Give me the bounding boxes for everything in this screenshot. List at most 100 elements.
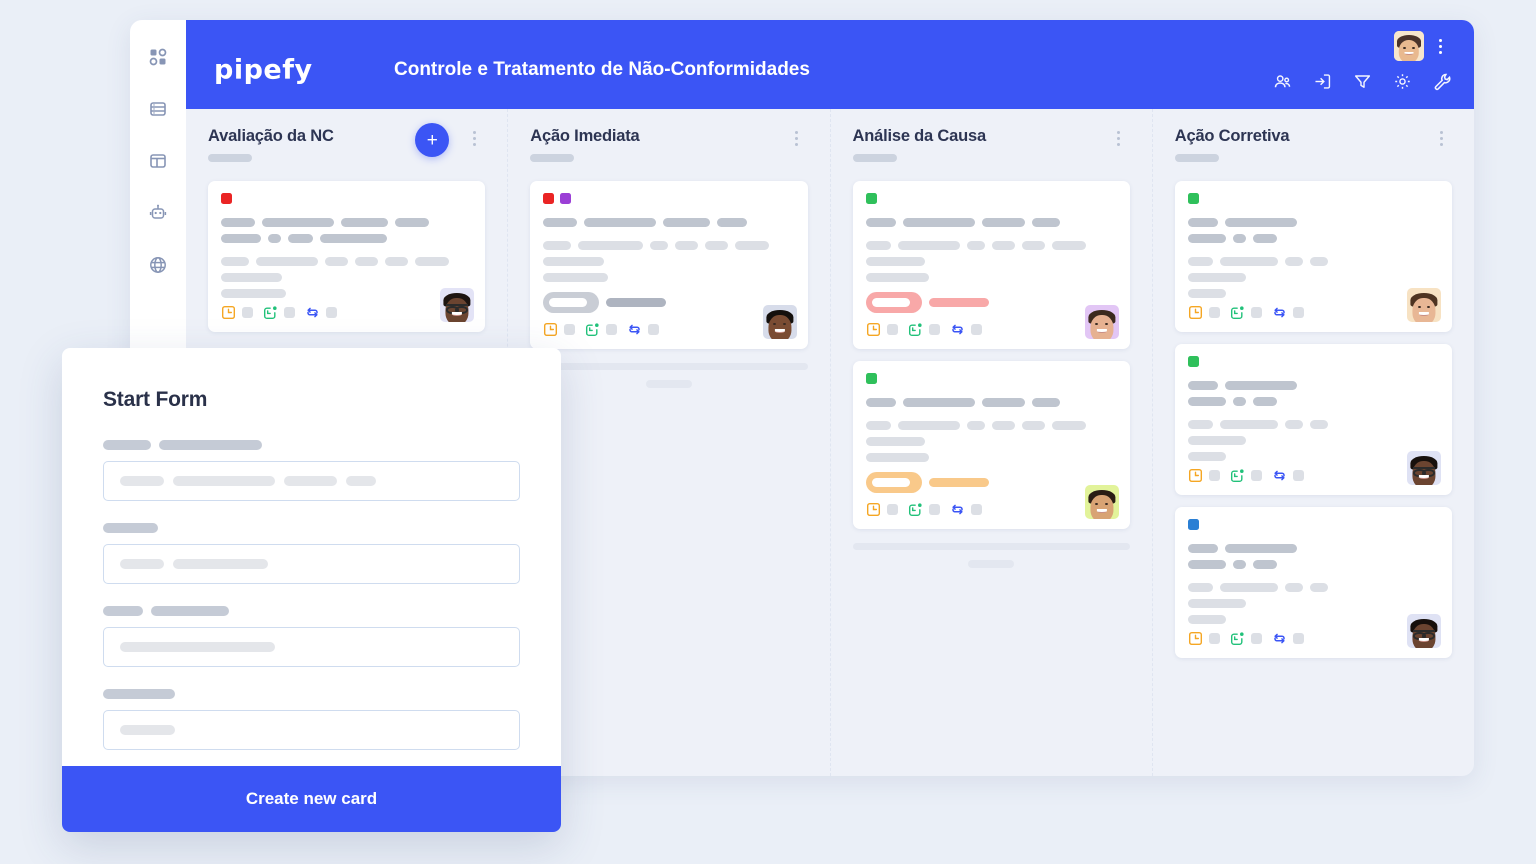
- form-input-3[interactable]: [103, 710, 520, 750]
- avatar[interactable]: [1407, 451, 1441, 485]
- footer-chip-skeleton: [928, 324, 940, 335]
- add-card-button[interactable]: +: [415, 123, 450, 157]
- footer-chip-skeleton: [1208, 470, 1220, 481]
- card-labels: [865, 193, 1117, 204]
- filter-icon[interactable]: [1353, 72, 1372, 91]
- footer-chip-skeleton: [886, 324, 898, 335]
- column-more-options-button[interactable]: [467, 127, 481, 149]
- column-footer-bar: [852, 543, 1130, 550]
- late-clock-icon[interactable]: [543, 322, 558, 337]
- sidebar-item-layout[interactable]: [143, 146, 173, 176]
- avatar-face: [1407, 288, 1441, 322]
- label-chip: [221, 193, 232, 204]
- topbar-actions: [1273, 72, 1452, 91]
- create-new-card-button[interactable]: Create new card: [62, 766, 561, 832]
- due-date-icon[interactable]: [585, 322, 600, 337]
- mouth: [1096, 508, 1107, 513]
- sidebar-item-portal[interactable]: [143, 250, 173, 280]
- modal-title: Start Form: [103, 388, 208, 411]
- avatar-face: [1407, 614, 1441, 648]
- card-footer: [221, 305, 472, 320]
- avatar[interactable]: [762, 305, 797, 339]
- connection-loop-icon[interactable]: [1272, 305, 1287, 320]
- text-skeleton: [1021, 241, 1045, 250]
- text-skeleton: [1252, 397, 1277, 406]
- due-date-icon[interactable]: [1230, 631, 1245, 646]
- sidebar-item-apps[interactable]: [143, 42, 173, 72]
- column-title: Ação Imediata: [530, 127, 640, 145]
- column-more-options-button[interactable]: [1434, 127, 1448, 149]
- sidebar-item-database[interactable]: [143, 94, 173, 124]
- gear-icon[interactable]: [1393, 72, 1412, 91]
- due-date-icon[interactable]: [908, 502, 923, 517]
- footer-chip-skeleton: [928, 504, 940, 515]
- card-badge-row: [865, 472, 1117, 493]
- text-skeleton: [221, 257, 249, 266]
- column-header: Ação Imediata: [508, 109, 829, 181]
- connection-loop-icon[interactable]: [627, 322, 642, 337]
- column-more-options-button[interactable]: [1112, 127, 1126, 149]
- connection-loop-icon[interactable]: [1272, 468, 1287, 483]
- text-skeleton: [717, 218, 748, 227]
- label-chip: [1187, 193, 1199, 204]
- avatar[interactable]: [1407, 288, 1441, 322]
- late-clock-icon[interactable]: [866, 502, 881, 517]
- late-clock-icon[interactable]: [221, 305, 236, 320]
- pipefy-logo[interactable]: pipefy: [214, 55, 313, 86]
- late-clock-icon[interactable]: [1188, 631, 1203, 646]
- form-field: [103, 606, 520, 667]
- late-clock-icon[interactable]: [1188, 468, 1203, 483]
- text-skeleton: [1232, 560, 1246, 569]
- card[interactable]: [208, 181, 486, 332]
- input-value-skeleton: [173, 476, 275, 486]
- form-input-1[interactable]: [103, 544, 520, 584]
- archive-in-icon[interactable]: [1313, 72, 1332, 91]
- avatar[interactable]: [440, 288, 475, 322]
- form-input-2[interactable]: [103, 627, 520, 667]
- card[interactable]: [1174, 344, 1452, 495]
- sidebar-item-automation[interactable]: [143, 198, 173, 228]
- text-skeleton: [1219, 257, 1278, 266]
- card[interactable]: [530, 181, 808, 349]
- connection-loop-icon[interactable]: [950, 502, 965, 517]
- card-text-line: [1187, 234, 1439, 243]
- card-text-line: [865, 398, 1117, 407]
- form-input-0[interactable]: [103, 461, 520, 501]
- text-skeleton: [1187, 234, 1226, 243]
- avatar[interactable]: [1084, 485, 1119, 519]
- avatar[interactable]: [1394, 31, 1424, 61]
- due-date-icon[interactable]: [1230, 305, 1245, 320]
- card[interactable]: [852, 181, 1130, 349]
- screen-root: pipefy Controle e Tratamento de Não-Conf…: [0, 0, 1536, 864]
- text-skeleton: [288, 234, 313, 243]
- top-bar: pipefy Controle e Tratamento de Não-Conf…: [186, 20, 1474, 109]
- column-more-options-button[interactable]: [790, 127, 804, 149]
- members-icon[interactable]: [1273, 72, 1292, 91]
- due-date-icon[interactable]: [263, 305, 278, 320]
- late-clock-icon[interactable]: [866, 322, 881, 337]
- wrench-icon[interactable]: [1433, 72, 1452, 91]
- topbar-more-options-button[interactable]: [1432, 35, 1448, 57]
- avatar[interactable]: [1084, 305, 1119, 339]
- column-footer-bar: [530, 363, 808, 370]
- text-skeleton: [902, 398, 975, 407]
- text-skeleton: [1031, 398, 1060, 407]
- card[interactable]: [852, 361, 1130, 529]
- card[interactable]: [1174, 507, 1452, 658]
- head: [1090, 495, 1114, 519]
- card[interactable]: [1174, 181, 1452, 332]
- late-clock-icon[interactable]: [1188, 305, 1203, 320]
- due-date-icon[interactable]: [908, 322, 923, 337]
- text-skeleton: [1224, 544, 1297, 553]
- text-skeleton: [991, 241, 1015, 250]
- mouth: [1096, 328, 1107, 333]
- connection-loop-icon[interactable]: [1272, 631, 1287, 646]
- connection-loop-icon[interactable]: [950, 322, 965, 337]
- badge-inner-skeleton: [871, 478, 910, 487]
- due-date-icon[interactable]: [1230, 468, 1245, 483]
- avatar[interactable]: [1407, 614, 1441, 648]
- card-footer: [543, 322, 794, 337]
- text-skeleton: [991, 421, 1015, 430]
- text-skeleton: [981, 398, 1025, 407]
- connection-loop-icon[interactable]: [305, 305, 320, 320]
